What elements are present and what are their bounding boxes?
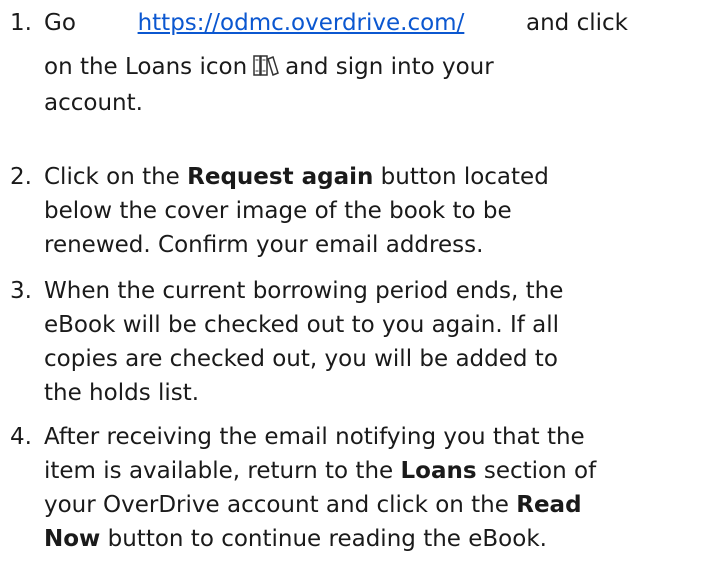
step-text: copies are checked out, you will be adde…: [44, 346, 558, 372]
step-text: button to continue reading the eBook.: [107, 526, 547, 552]
step-line: When the current borrowing period ends, …: [44, 274, 563, 308]
step-line: renewed. Confirm your email address.: [44, 228, 483, 262]
step-line: item is available, return to the Loans s…: [44, 454, 596, 488]
step-text: renewed. Confirm your email address.: [44, 232, 484, 258]
step-line: your OverDrive account and click on the …: [44, 488, 582, 522]
step-line: Click on the Request again button locate…: [44, 160, 549, 194]
step-line: account.: [44, 86, 143, 120]
step-text: the holds list.: [44, 380, 200, 406]
step-text: section of: [483, 458, 597, 484]
step-number: 1.: [10, 10, 32, 36]
step-text: button located: [380, 164, 549, 190]
step-number: 2.: [10, 164, 32, 190]
step-text: on the Loans icon: [44, 54, 248, 80]
step-text: When the current borrowing period ends, …: [44, 278, 564, 304]
step-number: 3.: [10, 278, 32, 304]
step-text: and sign into your: [285, 54, 494, 80]
step-line: After receiving the email notifying you …: [44, 420, 585, 454]
step-text: account.: [44, 90, 143, 116]
step-line: the holds list.: [44, 376, 199, 410]
read-now-label: Now: [44, 526, 101, 552]
loans-label: Loans: [400, 458, 477, 484]
step-number: 4.: [10, 424, 32, 450]
step-text: your OverDrive account and click on the: [44, 492, 509, 518]
books-icon: [253, 55, 280, 76]
step-line: on the Loans icon and sign into your: [44, 50, 494, 84]
request-again-label: Request again: [187, 164, 374, 190]
step-text: Go: [44, 10, 76, 36]
step-line: copies are checked out, you will be adde…: [44, 342, 558, 376]
step-text: below the cover image of the book to be: [44, 198, 512, 224]
read-now-label: Read: [516, 492, 582, 518]
step-line: Go https://odmc.overdrive.com/ and click: [44, 6, 628, 40]
step-text: eBook will be checked out to you again. …: [44, 312, 560, 338]
step-line: eBook will be checked out to you again. …: [44, 308, 559, 342]
step-text: After receiving the email notifying you …: [44, 424, 585, 450]
step-text: and click: [526, 10, 628, 36]
step-text: item is available, return to the: [44, 458, 394, 484]
step-text: Click on the: [44, 164, 180, 190]
step-line: below the cover image of the book to be: [44, 194, 512, 228]
overdrive-link[interactable]: https://odmc.overdrive.com/: [138, 6, 465, 40]
step-line: Now button to continue reading the eBook…: [44, 522, 547, 556]
